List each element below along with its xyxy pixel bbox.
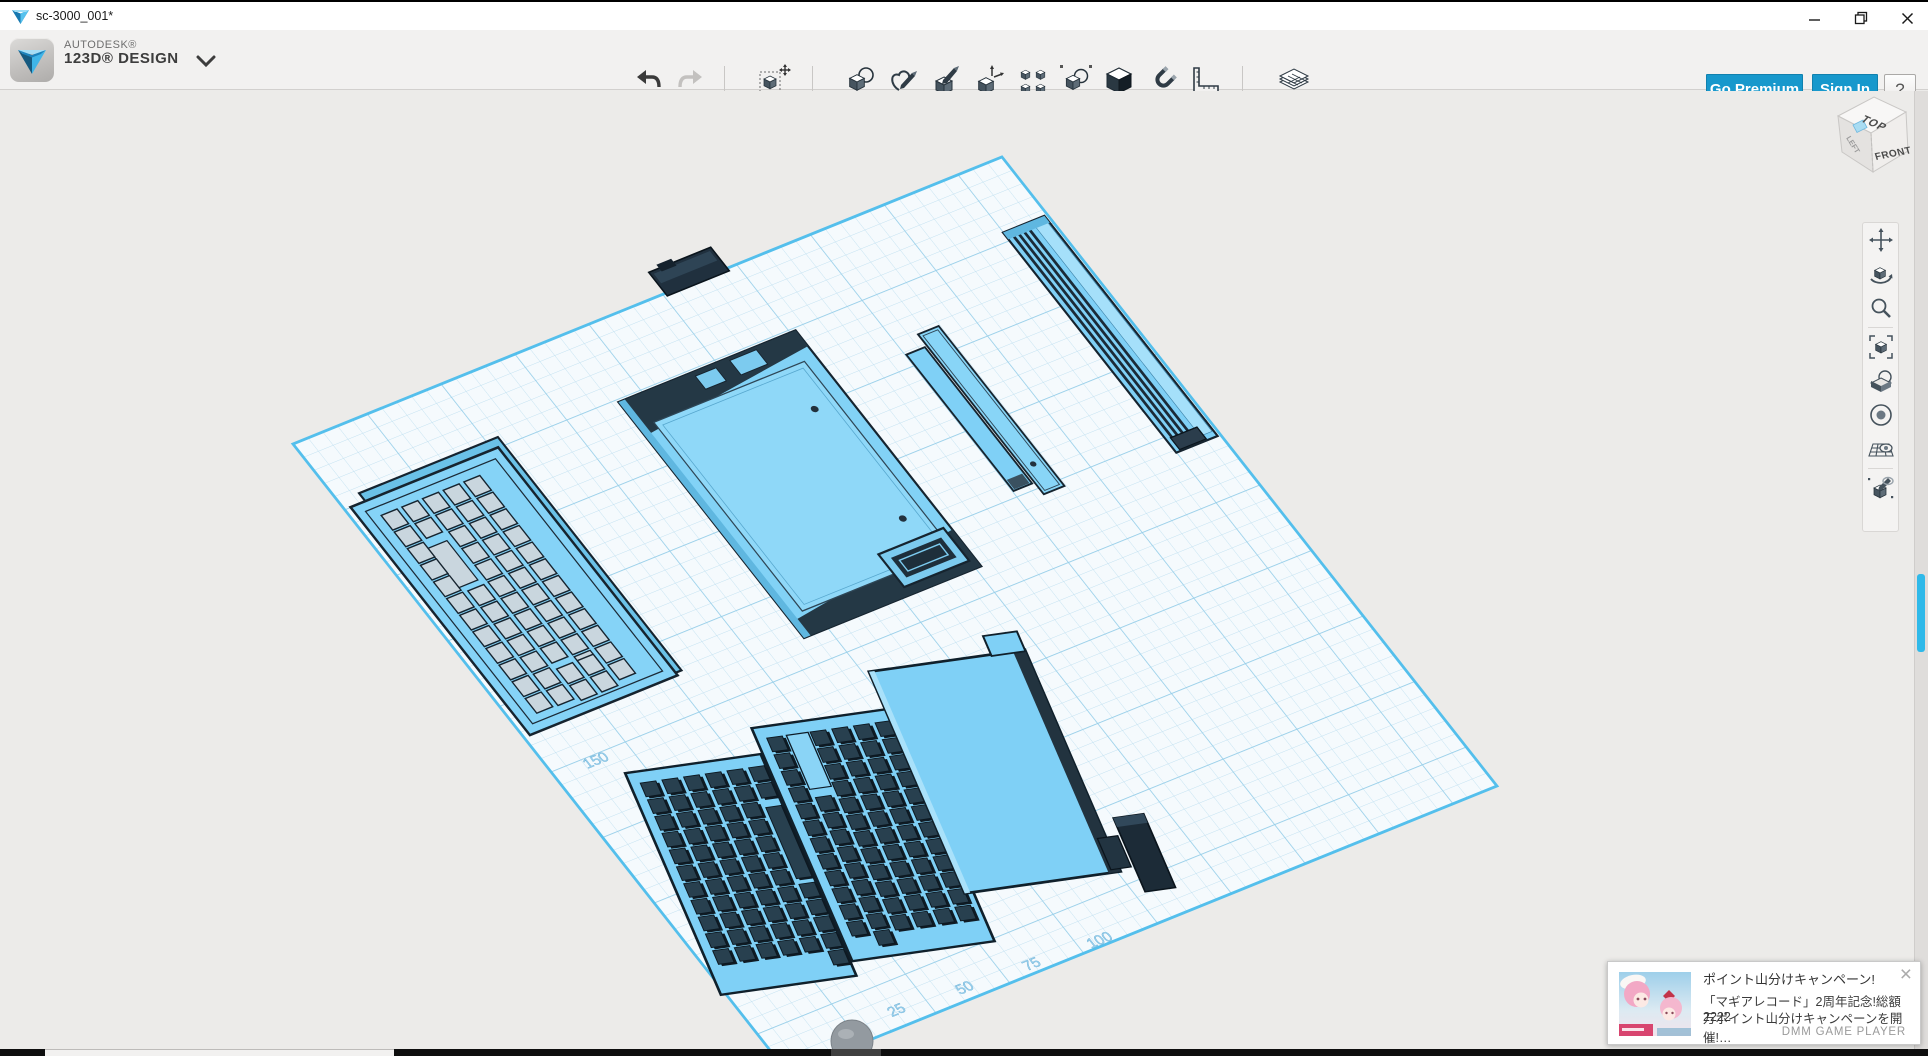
view-cube[interactable]: TOP FRONT LEFT bbox=[1820, 88, 1920, 183]
orbit-button[interactable] bbox=[1863, 257, 1898, 291]
restore-icon bbox=[1854, 11, 1868, 25]
123d-logo-icon bbox=[10, 38, 54, 82]
grid-visibility-icon bbox=[1867, 436, 1895, 462]
zoom-button[interactable] bbox=[1863, 291, 1898, 325]
main-toolbar: AUTODESK® 123D® DESIGN bbox=[0, 30, 1928, 90]
app-icon bbox=[12, 9, 29, 25]
background-window-segment-dark bbox=[831, 1049, 881, 1056]
ad-popup[interactable]: ポイント山分けキャンペーン! 「マギアレコード」2周年記念!総額2222 万ポイ… bbox=[1607, 961, 1921, 1045]
visibility-eye-icon bbox=[1868, 402, 1894, 428]
app-logo[interactable] bbox=[10, 38, 54, 82]
window-title-bar: sc-3000_001* bbox=[0, 0, 1928, 30]
navigation-toolbar bbox=[1862, 222, 1899, 532]
ad-close-button[interactable]: × bbox=[1900, 964, 1912, 985]
scene-3d[interactable]: 175 150 25 50 75 100 bbox=[0, 91, 1928, 1049]
background-window-edge bbox=[0, 1049, 1928, 1056]
snap-settings-icon bbox=[1867, 474, 1895, 502]
app-menu-chevron[interactable] bbox=[196, 54, 216, 68]
close-button[interactable] bbox=[1892, 8, 1922, 28]
navbar-separator bbox=[1868, 468, 1893, 469]
zoom-icon bbox=[1869, 296, 1893, 320]
ad-thumbnail[interactable] bbox=[1619, 972, 1691, 1036]
brand-text: AUTODESK® 123D® DESIGN bbox=[64, 39, 179, 68]
orbit-icon bbox=[1868, 261, 1894, 287]
pan-icon bbox=[1869, 228, 1893, 252]
display-style-button[interactable] bbox=[1863, 364, 1898, 398]
restore-button[interactable] bbox=[1846, 8, 1876, 28]
zoom-fit-icon bbox=[1868, 334, 1894, 360]
minimize-button[interactable] bbox=[1799, 8, 1829, 28]
grid-toggle-button[interactable] bbox=[1863, 432, 1898, 466]
viewport-canvas[interactable]: 175 150 25 50 75 100 bbox=[0, 91, 1928, 1049]
pan-button[interactable] bbox=[1863, 223, 1898, 257]
close-icon bbox=[1901, 12, 1914, 25]
display-style-icon bbox=[1868, 368, 1894, 394]
right-edge-handle[interactable] bbox=[1917, 574, 1925, 652]
snap-settings-button[interactable] bbox=[1863, 471, 1898, 505]
brand-product: 123D® DESIGN bbox=[64, 51, 179, 68]
sketch-grid-plane: 175 150 25 50 75 100 bbox=[270, 133, 1499, 1049]
zoom-fit-button[interactable] bbox=[1863, 330, 1898, 364]
navbar-separator bbox=[1868, 327, 1893, 328]
ad-source-label: DMM GAME PLAYER bbox=[1782, 1026, 1906, 1038]
document-title: sc-3000_001* bbox=[36, 9, 113, 23]
hide-show-button[interactable] bbox=[1863, 398, 1898, 432]
ad-title: ポイント山分けキャンペーン! bbox=[1703, 969, 1875, 988]
right-scroll-gutter bbox=[1914, 91, 1928, 1049]
background-window-segment bbox=[45, 1049, 394, 1056]
